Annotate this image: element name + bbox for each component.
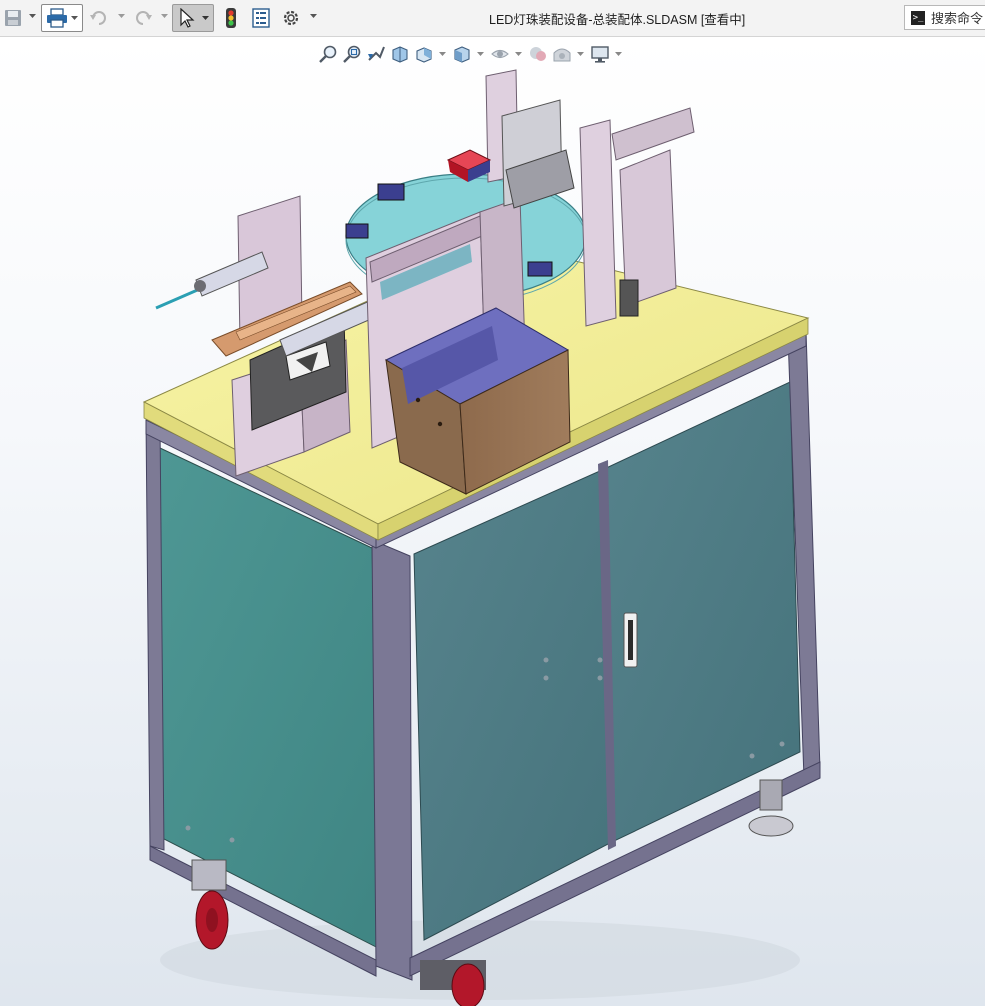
redo-icon bbox=[136, 11, 152, 25]
search-commands-label: 搜索命令 bbox=[931, 11, 984, 26]
assembly-model-view[interactable] bbox=[0, 37, 985, 1006]
redo-button[interactable] bbox=[132, 4, 154, 32]
select-button[interactable] bbox=[172, 4, 214, 32]
undo-icon bbox=[90, 11, 106, 25]
undo-dropdown-icon[interactable] bbox=[117, 12, 125, 20]
frame-post-front-left bbox=[371, 539, 413, 981]
print-dropdown-icon[interactable] bbox=[71, 16, 78, 21]
options-button[interactable] bbox=[280, 4, 302, 32]
search-commands-box[interactable]: >_ 搜索命令 bbox=[904, 5, 985, 30]
save-dropdown-icon[interactable] bbox=[28, 12, 36, 20]
door-lock bbox=[628, 620, 633, 660]
select-dropdown-icon[interactable] bbox=[202, 16, 209, 21]
title-bar: LED灯珠装配设备-总装配体.SLDASM [查看中] >_ 搜索命令 bbox=[0, 0, 985, 37]
file-properties-icon bbox=[252, 8, 270, 28]
print-button[interactable] bbox=[41, 4, 83, 32]
cabinet-front-right-door[interactable] bbox=[601, 381, 801, 843]
gear-icon bbox=[283, 10, 299, 26]
options-dropdown-icon[interactable] bbox=[309, 12, 317, 20]
document-title: LED灯珠装配设备-总装配体.SLDASM [查看中] bbox=[489, 13, 746, 27]
graphics-area[interactable] bbox=[0, 37, 985, 1006]
save-button[interactable] bbox=[2, 4, 24, 32]
cursor-icon bbox=[180, 8, 195, 28]
undo-button[interactable] bbox=[88, 4, 110, 32]
print-icon bbox=[47, 8, 67, 28]
caster-front-left bbox=[191, 859, 229, 950]
traffic-light-icon bbox=[226, 8, 236, 28]
command-prompt-icon: >_ bbox=[911, 10, 925, 25]
redo-dropdown-icon[interactable] bbox=[160, 12, 168, 20]
file-properties-button[interactable] bbox=[250, 4, 272, 32]
cabinet-front-left-door[interactable] bbox=[413, 469, 613, 941]
rebuild-button[interactable] bbox=[220, 4, 242, 32]
save-icon bbox=[5, 10, 21, 26]
